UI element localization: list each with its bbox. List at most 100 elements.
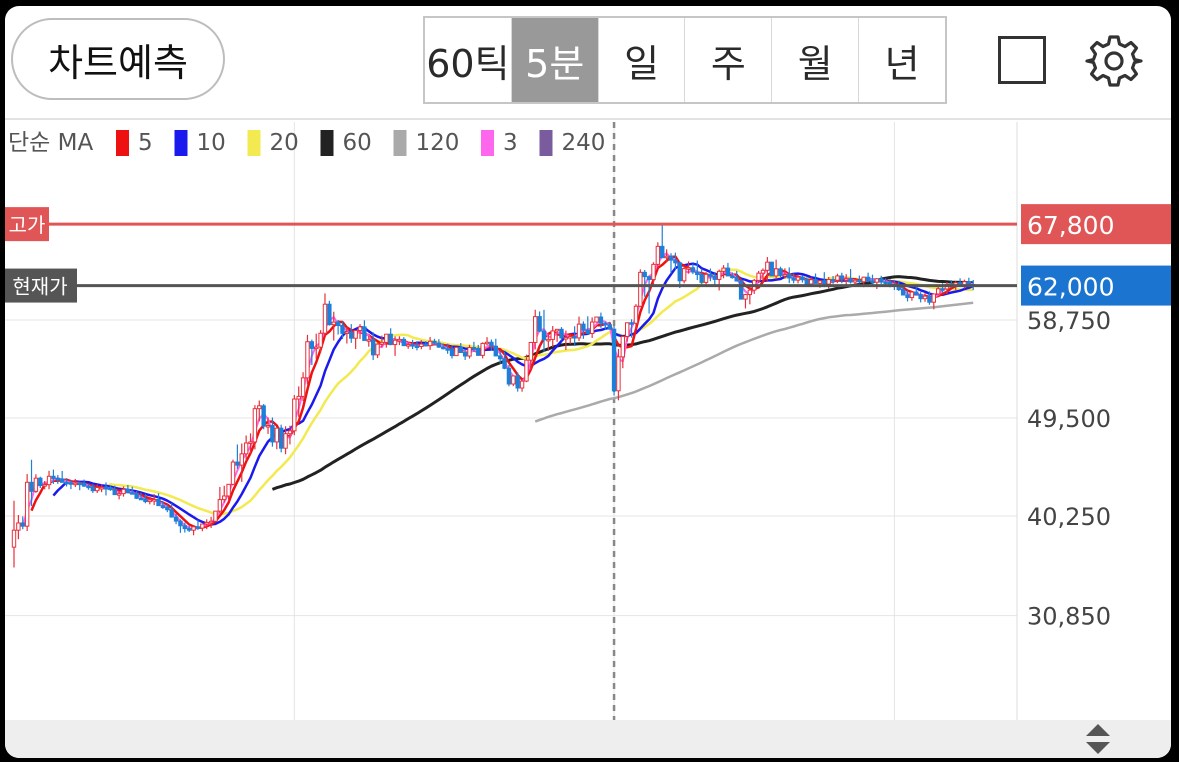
candle-body bbox=[309, 341, 315, 349]
candle-body bbox=[327, 303, 332, 326]
candle-body bbox=[436, 342, 442, 348]
candle bbox=[156, 493, 161, 507]
candle-body bbox=[660, 245, 665, 259]
candle-body bbox=[283, 433, 288, 449]
candle-body bbox=[331, 321, 336, 326]
candle-body bbox=[130, 492, 135, 495]
fullscreen-icon[interactable] bbox=[998, 36, 1046, 84]
gear-icon[interactable] bbox=[1085, 32, 1143, 90]
candle bbox=[865, 272, 871, 283]
candle bbox=[213, 510, 218, 522]
candle-body bbox=[607, 324, 612, 330]
period-60tick-tab[interactable]: 60틱 bbox=[425, 18, 512, 102]
candle bbox=[375, 343, 380, 359]
candle-body bbox=[182, 525, 188, 530]
candle-body bbox=[476, 347, 481, 356]
candle-body bbox=[528, 341, 534, 361]
candle-body bbox=[668, 255, 674, 261]
candle-body bbox=[883, 281, 888, 285]
candle bbox=[620, 335, 626, 369]
candle-body bbox=[616, 356, 621, 392]
candle bbox=[222, 485, 227, 503]
candle-body bbox=[506, 367, 512, 385]
candle bbox=[410, 339, 415, 350]
candle-body bbox=[927, 295, 932, 303]
candle bbox=[55, 474, 60, 484]
candle-body bbox=[86, 485, 91, 489]
candle-body bbox=[804, 279, 809, 285]
candle-body bbox=[116, 493, 122, 496]
candle-body bbox=[765, 261, 770, 271]
candle-body bbox=[467, 347, 472, 357]
candle-body bbox=[353, 329, 358, 339]
high-price-label: 67,800 bbox=[1027, 211, 1114, 240]
candle-body bbox=[160, 505, 166, 509]
legend-period: 20 bbox=[270, 130, 299, 156]
candle-body bbox=[349, 331, 354, 339]
legend-swatch bbox=[174, 130, 188, 156]
candle-body bbox=[568, 336, 573, 339]
legend-period: 5 bbox=[138, 130, 153, 156]
candle-body bbox=[169, 509, 174, 518]
candle-body bbox=[848, 278, 853, 283]
candle bbox=[585, 316, 590, 335]
candle-body bbox=[703, 273, 709, 283]
period-year-tab[interactable]: 년 bbox=[859, 18, 945, 102]
candle bbox=[909, 291, 915, 301]
candle bbox=[879, 275, 884, 284]
candle bbox=[349, 324, 354, 343]
candle-body bbox=[625, 322, 630, 337]
candle-body bbox=[195, 526, 201, 529]
candle-body bbox=[651, 263, 656, 281]
candle-body bbox=[909, 291, 915, 299]
scroll-arrows-icon[interactable] bbox=[1083, 722, 1113, 756]
candle-body bbox=[441, 346, 446, 350]
period-month-tab[interactable]: 월 bbox=[772, 18, 860, 102]
period-week-tab[interactable]: 주 bbox=[685, 18, 773, 102]
candle-body bbox=[738, 280, 744, 300]
period-day-tab[interactable]: 일 bbox=[599, 18, 686, 102]
candle-body bbox=[835, 275, 840, 281]
candle bbox=[178, 519, 183, 533]
legend-period: 3 bbox=[503, 130, 518, 156]
candle-body bbox=[108, 487, 113, 491]
candle-body bbox=[690, 267, 696, 273]
candle-body bbox=[449, 348, 455, 357]
candle-body bbox=[384, 333, 389, 343]
candle-body bbox=[335, 321, 341, 327]
candle-body bbox=[585, 329, 590, 334]
candle-body bbox=[24, 481, 30, 527]
candle-body bbox=[46, 475, 52, 486]
candle-body bbox=[839, 275, 845, 280]
candle-body bbox=[533, 316, 538, 343]
candle-body bbox=[480, 342, 485, 356]
candle bbox=[550, 326, 555, 348]
legend-period: 10 bbox=[197, 130, 226, 156]
candle-body bbox=[655, 245, 661, 265]
candle bbox=[638, 269, 643, 307]
candle-body bbox=[73, 482, 78, 486]
candle-body bbox=[217, 499, 223, 512]
candle-body bbox=[340, 325, 345, 334]
candle bbox=[743, 293, 748, 309]
candle-body bbox=[419, 343, 424, 347]
toolbar-divider bbox=[5, 118, 1171, 120]
candle-body bbox=[699, 274, 704, 283]
candle-body bbox=[278, 427, 284, 449]
candle-body bbox=[511, 375, 516, 385]
candle-body bbox=[11, 529, 17, 548]
candle-body bbox=[187, 528, 192, 531]
candle-body bbox=[760, 269, 766, 274]
high-tag-label: 고가 bbox=[9, 213, 46, 237]
candle-body bbox=[830, 279, 836, 282]
candle bbox=[511, 375, 516, 387]
candle-body bbox=[121, 488, 126, 495]
candle-body bbox=[795, 276, 801, 281]
current-tag-label: 현재가 bbox=[12, 275, 67, 299]
candle bbox=[38, 476, 43, 489]
candle-body bbox=[642, 271, 647, 278]
legend-swatch bbox=[247, 130, 261, 156]
candle bbox=[625, 322, 630, 342]
chart-predict-button[interactable]: 차트예측 bbox=[11, 18, 225, 100]
period-5min-tab[interactable]: 5분 bbox=[511, 18, 599, 102]
